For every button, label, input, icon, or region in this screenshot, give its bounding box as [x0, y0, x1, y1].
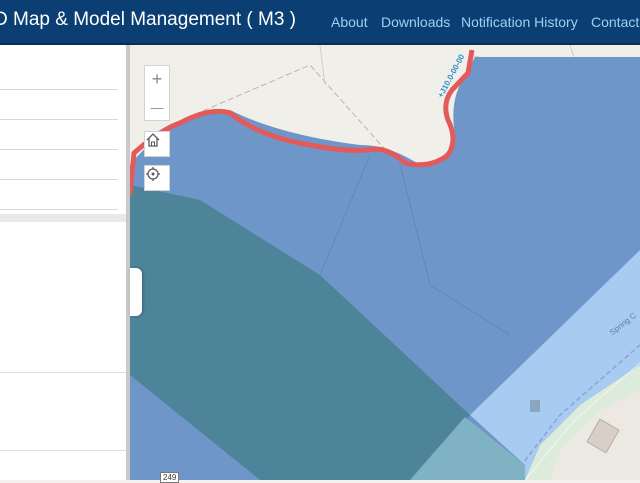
locate-button[interactable]	[144, 165, 170, 191]
zoom-control: + —	[144, 65, 170, 121]
home-button[interactable]	[144, 131, 170, 157]
side-panel	[0, 45, 126, 480]
panel-collapse-tab[interactable]	[130, 268, 142, 316]
panel-section-gap	[0, 214, 126, 222]
panel-row-divider	[0, 179, 118, 180]
home-icon	[146, 133, 160, 147]
nav-about[interactable]: About	[331, 14, 368, 30]
panel-divider	[0, 372, 126, 373]
panel-row-divider	[0, 209, 118, 210]
nav-downloads[interactable]: Downloads	[381, 14, 450, 30]
map-view[interactable]: + —	[130, 45, 640, 480]
map-canvas	[130, 45, 640, 480]
panel-divider	[0, 450, 126, 451]
crosshair-icon	[146, 167, 160, 181]
app-title: D Map & Model Management ( M3 )	[0, 9, 297, 30]
panel-row-divider	[0, 119, 118, 120]
nav-notification-history[interactable]: Notification History	[461, 14, 578, 30]
road-shield-label: 249	[160, 472, 180, 483]
zoom-out-button[interactable]: —	[145, 94, 169, 121]
panel-row-divider	[0, 149, 118, 150]
nav-contact[interactable]: Contact	[591, 14, 639, 30]
panel-row-divider	[0, 89, 118, 90]
app-header: D Map & Model Management ( M3 ) About Do…	[0, 0, 640, 45]
zoom-in-button[interactable]: +	[145, 66, 169, 93]
